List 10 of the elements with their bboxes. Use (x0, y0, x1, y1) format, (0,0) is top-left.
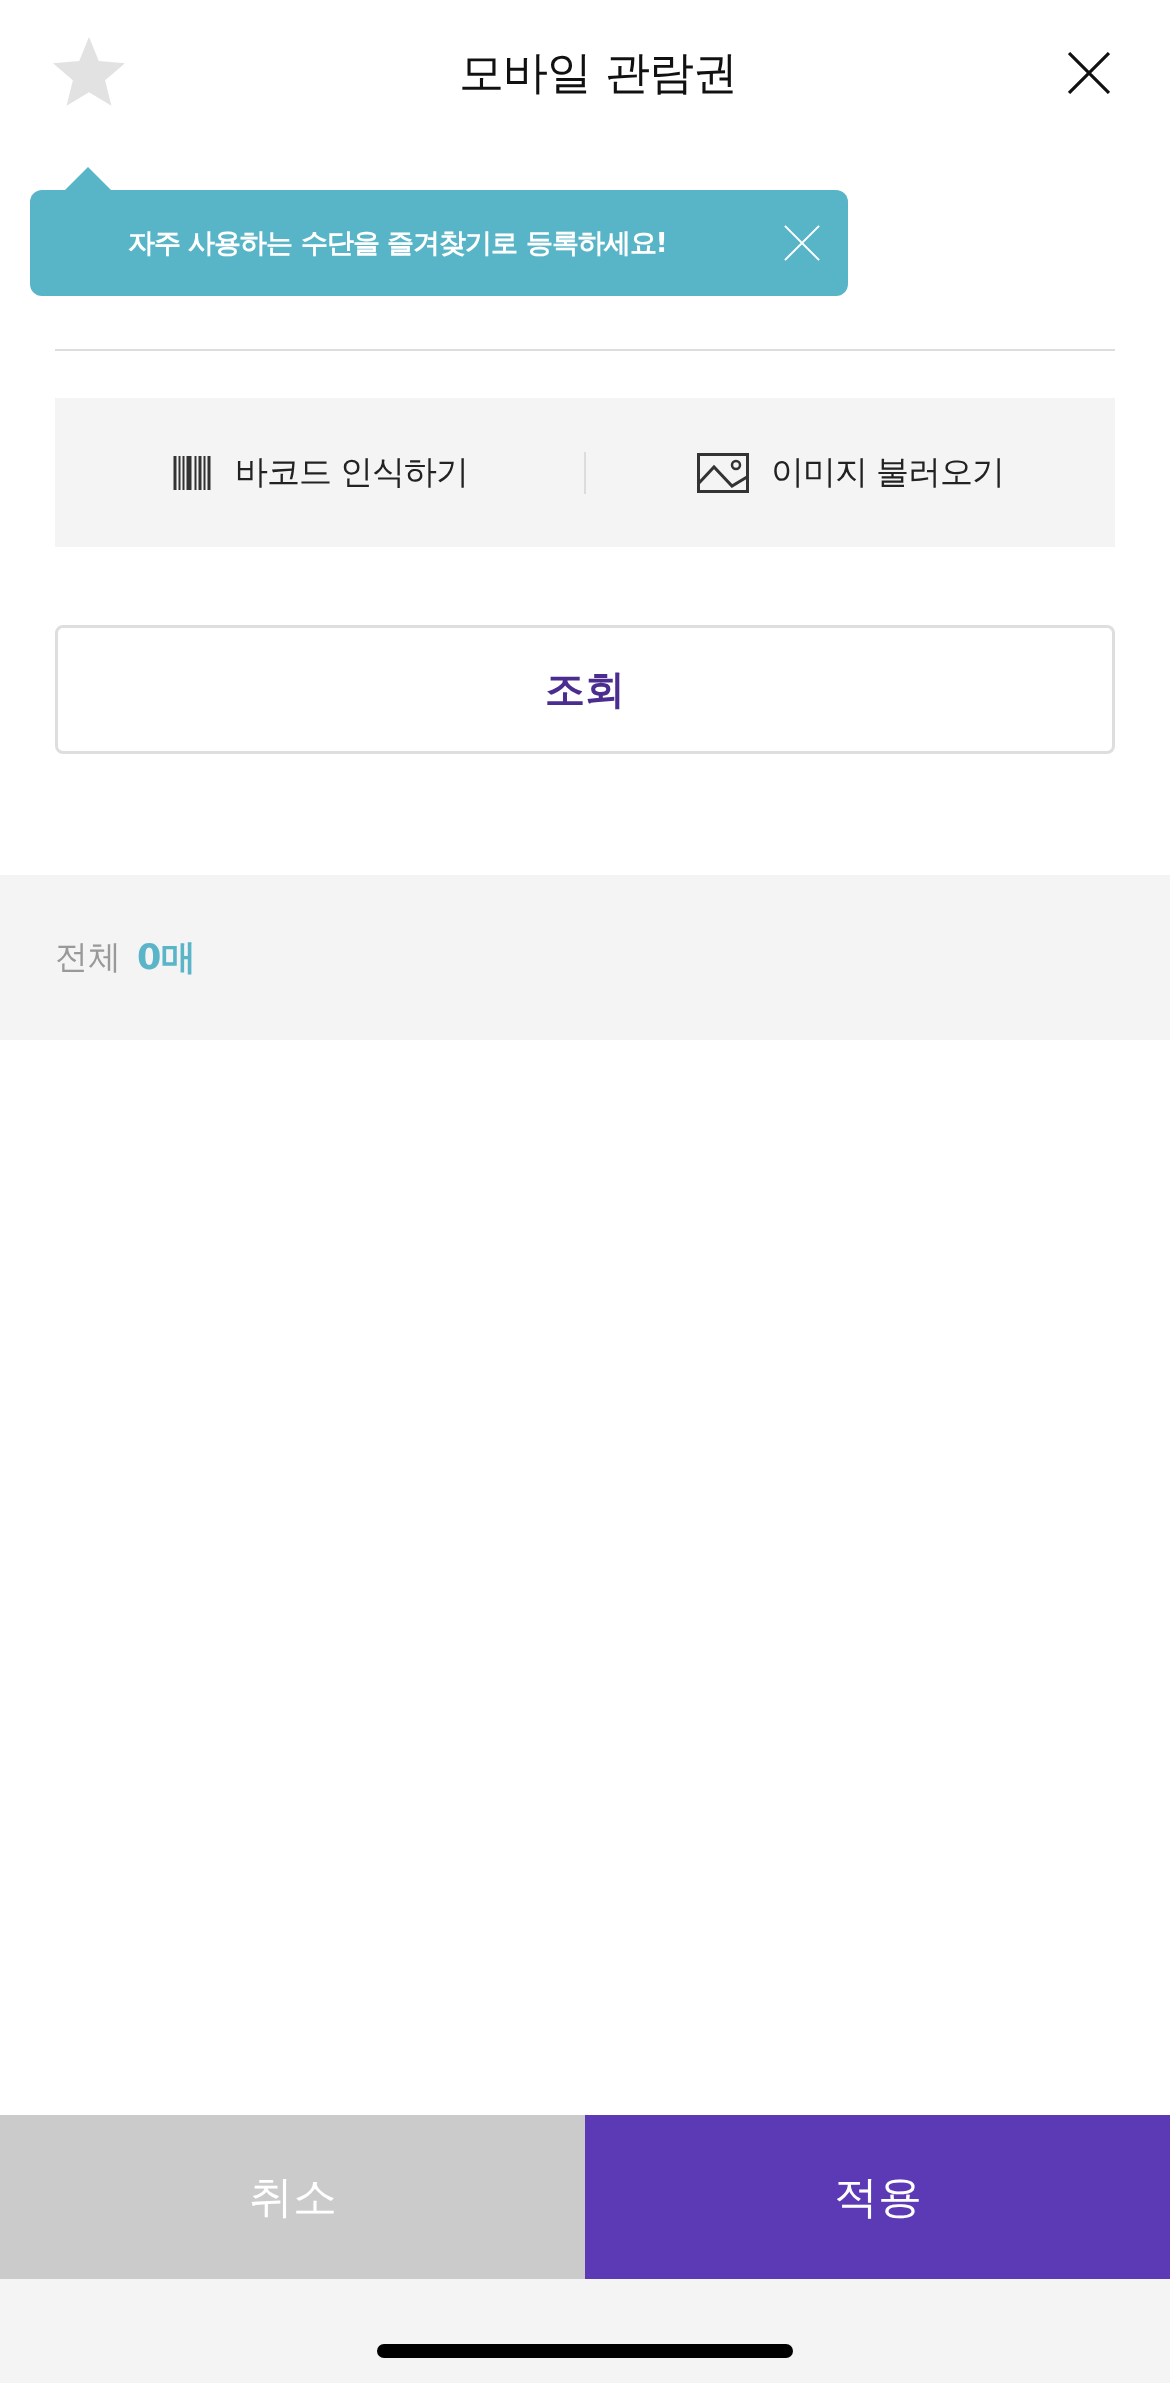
lookup-button[interactable]: 조회 (55, 625, 1115, 754)
total-count: 0매 (137, 936, 197, 979)
tooltip-text: 자주 사용하는 수단을 즐겨찾기로 등록하세요! (128, 226, 667, 260)
page-title: 모바일 관람권 (459, 45, 737, 101)
close-icon[interactable] (1068, 52, 1110, 94)
barcode-scan-button[interactable]: 바코드 인식하기 (55, 398, 584, 547)
apply-button[interactable]: 적용 (585, 2115, 1170, 2279)
image-icon (696, 452, 749, 493)
image-load-button[interactable]: 이미지 불러오기 (586, 398, 1115, 547)
total-label: 전체 (55, 936, 121, 978)
